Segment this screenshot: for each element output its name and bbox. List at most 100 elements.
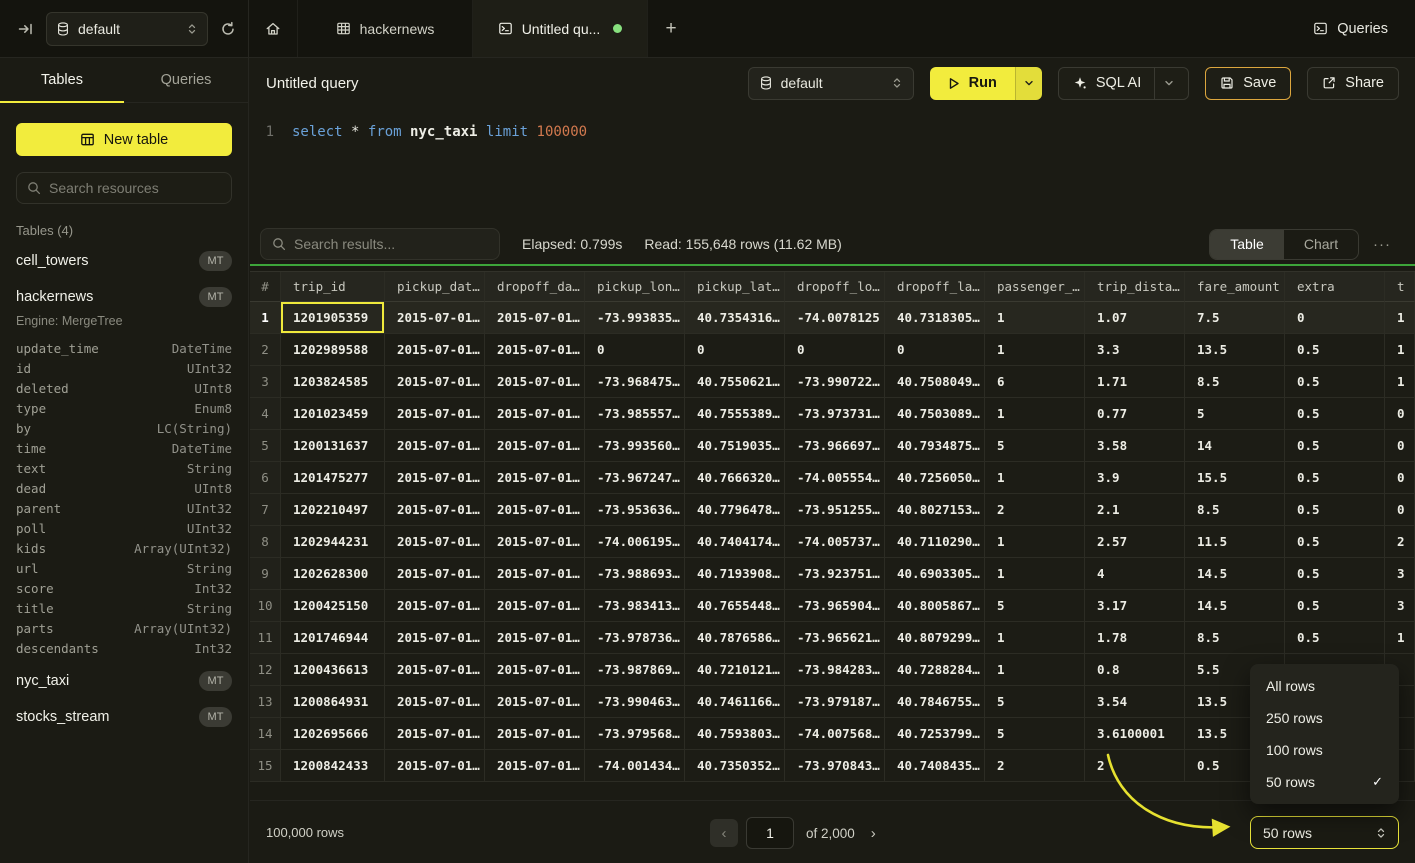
data-cell[interactable]: 0 xyxy=(1385,398,1415,430)
data-cell[interactable]: -73.965904… xyxy=(785,590,885,622)
data-cell[interactable]: 1200436613 xyxy=(281,654,385,686)
data-cell[interactable]: 2015-07-01… xyxy=(385,718,485,750)
data-cell[interactable]: 1 xyxy=(1385,334,1415,366)
data-cell[interactable]: 2015-07-01… xyxy=(385,366,485,398)
data-cell[interactable]: 2015-07-01… xyxy=(485,654,585,686)
data-cell[interactable]: 0 xyxy=(885,334,985,366)
data-cell[interactable]: 2015-07-01… xyxy=(385,558,485,590)
data-cell[interactable]: 40.7210121… xyxy=(685,654,785,686)
data-cell[interactable]: 40.7256050… xyxy=(885,462,985,494)
data-cell[interactable]: 40.7796478… xyxy=(685,494,785,526)
data-cell[interactable]: 40.7846755… xyxy=(885,686,985,718)
data-cell[interactable]: 0.5 xyxy=(1285,622,1385,654)
data-cell[interactable]: 1202628300 xyxy=(281,558,385,590)
refresh-icon[interactable] xyxy=(220,21,236,37)
data-cell[interactable]: 2015-07-01… xyxy=(485,494,585,526)
data-cell[interactable]: -74.0078125 xyxy=(785,302,885,334)
sidebar-tab-queries[interactable]: Queries xyxy=(124,58,248,102)
data-cell[interactable]: 2015-07-01… xyxy=(485,366,585,398)
data-cell[interactable]: 2015-07-01… xyxy=(385,462,485,494)
data-cell[interactable]: 1200425150 xyxy=(281,590,385,622)
data-cell[interactable]: 14 xyxy=(1185,430,1285,462)
data-cell[interactable]: 0.5 xyxy=(1285,558,1385,590)
rows-menu-item[interactable]: All rows xyxy=(1250,670,1399,702)
data-cell[interactable]: -73.987869… xyxy=(585,654,685,686)
data-cell[interactable]: 1.07 xyxy=(1085,302,1185,334)
share-button[interactable]: Share xyxy=(1307,67,1399,100)
data-cell[interactable]: 1201475277 xyxy=(281,462,385,494)
data-cell[interactable]: 2015-07-01… xyxy=(385,654,485,686)
data-cell[interactable]: 2015-07-01… xyxy=(485,398,585,430)
data-cell[interactable]: 2015-07-01… xyxy=(485,558,585,590)
data-cell[interactable]: 2 xyxy=(1385,526,1415,558)
data-cell[interactable]: 1.71 xyxy=(1085,366,1185,398)
data-cell[interactable]: 1 xyxy=(985,654,1085,686)
row-number-cell[interactable]: 4 xyxy=(250,398,281,430)
data-cell[interactable]: 1201905359 xyxy=(281,302,385,334)
column-header[interactable]: dropoff_da… xyxy=(485,272,585,302)
data-cell[interactable]: 3 xyxy=(1385,590,1415,622)
column-header[interactable]: # xyxy=(250,272,281,302)
data-cell[interactable]: 0.77 xyxy=(1085,398,1185,430)
data-cell[interactable]: 3.54 xyxy=(1085,686,1185,718)
sql-ai-button[interactable]: SQL AI xyxy=(1058,67,1189,100)
data-cell[interactable]: 40.7519035… xyxy=(685,430,785,462)
sidebar-item-nyc-taxi[interactable]: nyc_taxi MT xyxy=(0,666,248,696)
data-cell[interactable]: 8.5 xyxy=(1185,622,1285,654)
data-cell[interactable]: 0.5 xyxy=(1285,398,1385,430)
data-cell[interactable]: 40.7655448… xyxy=(685,590,785,622)
tab-untitled-query[interactable]: Untitled qu... xyxy=(473,0,648,57)
row-number-cell[interactable]: 7 xyxy=(250,494,281,526)
data-cell[interactable]: 40.7666320… xyxy=(685,462,785,494)
data-cell[interactable]: 1200842433 xyxy=(281,750,385,782)
data-cell[interactable]: 1 xyxy=(985,302,1085,334)
data-cell[interactable]: 0 xyxy=(685,334,785,366)
data-cell[interactable]: 40.7408435… xyxy=(885,750,985,782)
row-number-cell[interactable]: 3 xyxy=(250,366,281,398)
data-cell[interactable]: 0 xyxy=(585,334,685,366)
column-header[interactable]: pickup_dat… xyxy=(385,272,485,302)
data-cell[interactable]: -73.967247… xyxy=(585,462,685,494)
prev-page-button[interactable]: ‹ xyxy=(710,819,738,847)
data-cell[interactable]: 40.7110290… xyxy=(885,526,985,558)
row-number-cell[interactable]: 2 xyxy=(250,334,281,366)
data-cell[interactable]: 0 xyxy=(1385,430,1415,462)
data-cell[interactable]: 2 xyxy=(1085,750,1185,782)
sql-editor[interactable]: 1 select * from nyc_taxi limit 100000 xyxy=(250,108,1415,224)
data-cell[interactable]: 1201746944 xyxy=(281,622,385,654)
data-cell[interactable]: 2015-07-01… xyxy=(385,622,485,654)
data-cell[interactable]: 3.6100001 xyxy=(1085,718,1185,750)
data-cell[interactable]: 3.58 xyxy=(1085,430,1185,462)
data-cell[interactable]: 1202944231 xyxy=(281,526,385,558)
data-cell[interactable]: 1 xyxy=(1385,366,1415,398)
data-cell[interactable]: 40.7350352… xyxy=(685,750,785,782)
row-number-cell[interactable]: 9 xyxy=(250,558,281,590)
data-cell[interactable]: 3.17 xyxy=(1085,590,1185,622)
data-cell[interactable]: -73.923751… xyxy=(785,558,885,590)
data-cell[interactable]: 2015-07-01… xyxy=(385,398,485,430)
data-cell[interactable]: -73.951255… xyxy=(785,494,885,526)
column-header[interactable]: passenger_… xyxy=(985,272,1085,302)
rows-per-page-select[interactable]: 50 rows xyxy=(1250,816,1399,849)
data-cell[interactable]: 40.7404174… xyxy=(685,526,785,558)
data-cell[interactable]: -74.001434… xyxy=(585,750,685,782)
queries-button[interactable]: Queries xyxy=(1313,0,1415,57)
data-cell[interactable]: 3.9 xyxy=(1085,462,1185,494)
save-button[interactable]: Save xyxy=(1205,67,1291,100)
data-cell[interactable]: 4 xyxy=(1085,558,1185,590)
data-cell[interactable]: 2 xyxy=(985,750,1085,782)
data-cell[interactable]: 2015-07-01… xyxy=(485,526,585,558)
data-cell[interactable]: 8.5 xyxy=(1185,494,1285,526)
data-cell[interactable]: 1 xyxy=(985,526,1085,558)
data-cell[interactable]: 2015-07-01… xyxy=(385,590,485,622)
data-cell[interactable]: 1 xyxy=(985,398,1085,430)
data-cell[interactable]: -73.978736… xyxy=(585,622,685,654)
sidebar-search-input[interactable]: Search resources xyxy=(16,172,232,204)
data-cell[interactable]: 2015-07-01… xyxy=(385,334,485,366)
data-cell[interactable]: 40.7593803… xyxy=(685,718,785,750)
next-page-button[interactable]: › xyxy=(867,825,880,842)
data-cell[interactable]: 0.8 xyxy=(1085,654,1185,686)
data-cell[interactable]: 40.7550621… xyxy=(685,366,785,398)
data-cell[interactable]: 2015-07-01… xyxy=(485,718,585,750)
data-cell[interactable]: -73.993560… xyxy=(585,430,685,462)
